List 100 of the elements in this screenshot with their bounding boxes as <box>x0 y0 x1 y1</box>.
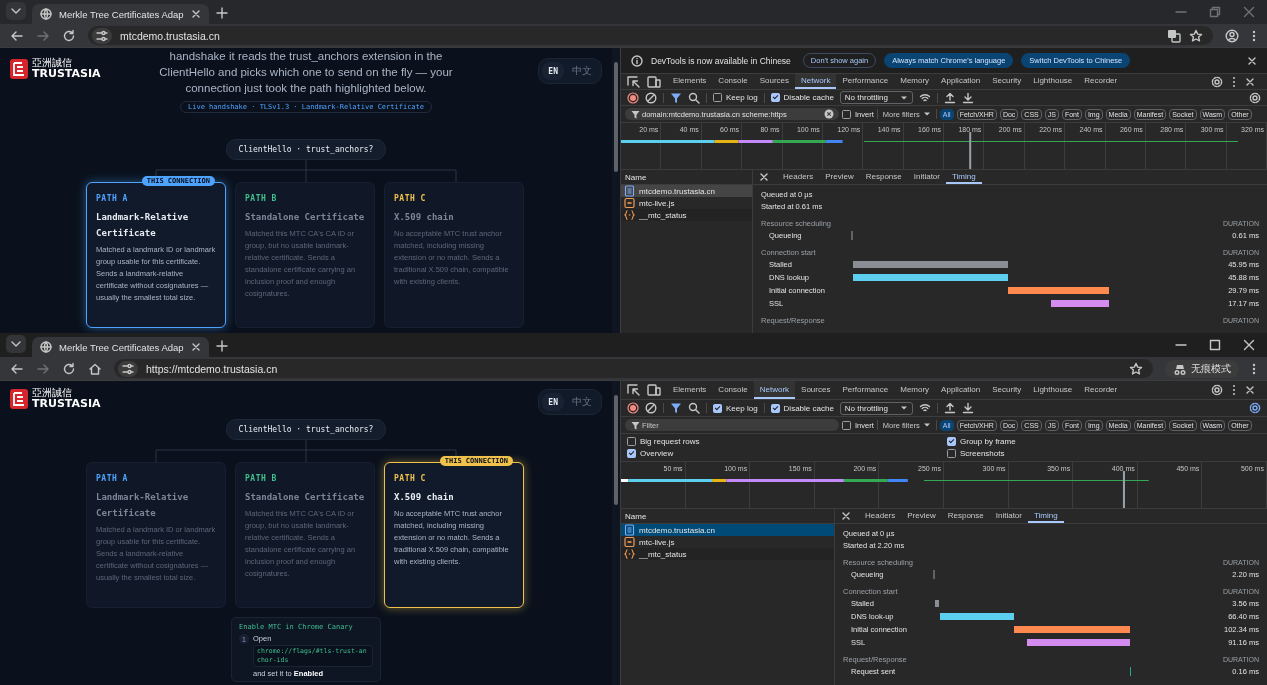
detail-tab[interactable]: Initiator <box>989 509 1028 523</box>
stop-recording-icon[interactable] <box>627 91 639 104</box>
close-icon[interactable] <box>759 172 769 182</box>
panel-tab[interactable]: Security <box>986 74 1028 89</box>
panel-tab[interactable]: Security <box>986 381 1028 399</box>
panel-tab[interactable]: Performance <box>836 381 895 399</box>
stop-recording-icon[interactable] <box>627 402 639 414</box>
detail-tab[interactable]: Preview <box>819 170 860 184</box>
panel-tab[interactable]: Performance <box>836 74 895 89</box>
restore-icon[interactable] <box>1209 6 1221 18</box>
detail-tab[interactable]: Response <box>859 170 908 184</box>
panel-tab[interactable]: Application <box>935 381 987 399</box>
detail-tab[interactable]: Preview <box>901 509 942 523</box>
panel-tab[interactable]: Application <box>935 74 987 89</box>
request-row[interactable]: __mtc_status <box>621 548 834 560</box>
network-conditions-icon[interactable] <box>919 402 931 414</box>
detail-tab[interactable]: Headers <box>777 170 820 184</box>
panel-tab[interactable]: Memory <box>894 74 936 89</box>
new-tab-icon[interactable] <box>214 6 229 20</box>
panel-tab[interactable]: Network <box>753 381 796 399</box>
language-option[interactable]: EN <box>542 393 564 411</box>
scrollbar-thumb[interactable] <box>614 62 618 172</box>
panel-tab[interactable]: Lighthouse <box>1027 381 1079 399</box>
option-checkbox[interactable]: Overview <box>627 449 947 458</box>
panel-tab[interactable]: Lighthouse <box>1027 74 1079 89</box>
translate-icon[interactable] <box>1167 28 1181 43</box>
maximize-icon[interactable] <box>1209 339 1221 351</box>
disable-cache-checkbox[interactable]: Disable cache <box>770 403 834 413</box>
filter-icon[interactable] <box>670 91 682 104</box>
close-icon[interactable] <box>841 511 851 521</box>
download-icon[interactable] <box>962 402 974 414</box>
throttling-dropdown[interactable]: No throttling <box>839 91 913 104</box>
settings-icon[interactable] <box>1211 75 1223 88</box>
upload-icon[interactable] <box>944 91 956 104</box>
scrollbar-thumb[interactable] <box>614 395 618 505</box>
keep-log-checkbox[interactable]: Keep log <box>713 93 758 102</box>
panel-tab[interactable]: Console <box>712 74 754 89</box>
panel-tab[interactable]: Memory <box>894 381 936 399</box>
incognito-indicator[interactable]: 无痕模式 <box>1165 359 1239 378</box>
language-option[interactable]: 中文 <box>566 62 598 80</box>
panel-tab[interactable]: Sources <box>795 381 837 399</box>
scrollbar[interactable] <box>612 381 620 685</box>
close-icon[interactable] <box>190 9 201 19</box>
settings-icon[interactable] <box>1249 91 1261 104</box>
close-icon[interactable] <box>190 342 201 352</box>
search-icon[interactable] <box>688 402 700 414</box>
language-option[interactable]: 中文 <box>566 393 598 411</box>
site-info-icon[interactable] <box>92 27 112 44</box>
settings-icon[interactable] <box>1249 402 1261 414</box>
close-icon[interactable] <box>1245 76 1255 87</box>
request-row[interactable]: mtcdemo.trustasia.cn <box>621 185 752 197</box>
tab-search-icon[interactable] <box>6 2 26 20</box>
panel-tab[interactable]: Network <box>795 74 837 89</box>
tab-search-icon[interactable] <box>6 335 26 353</box>
clear-icon[interactable] <box>645 91 657 104</box>
inspect-element-icon[interactable] <box>627 384 641 396</box>
throttling-dropdown[interactable]: No throttling <box>839 401 913 415</box>
close-icon[interactable] <box>1247 55 1257 66</box>
filter-icon[interactable] <box>670 402 682 414</box>
disable-cache-checkbox[interactable]: Disable cache <box>770 93 834 102</box>
panel-tab[interactable]: Console <box>712 381 754 399</box>
more-menu-icon[interactable] <box>1251 28 1257 43</box>
clear-field-icon[interactable] <box>824 109 834 119</box>
more-menu-icon[interactable] <box>1251 361 1257 376</box>
inspect-element-icon[interactable] <box>627 75 641 88</box>
upload-icon[interactable] <box>944 402 956 414</box>
detail-tab[interactable]: Timing <box>1027 509 1064 523</box>
profile-icon[interactable] <box>1225 28 1239 43</box>
keep-log-checkbox[interactable]: Keep log <box>713 403 758 413</box>
close-icon[interactable] <box>1243 339 1255 351</box>
option-checkbox[interactable]: Group by frame <box>947 437 1261 446</box>
new-tab-icon[interactable] <box>214 339 229 353</box>
download-icon[interactable] <box>962 91 974 104</box>
reload-icon[interactable] <box>62 28 76 43</box>
option-checkbox[interactable]: Screenshots <box>947 449 1261 458</box>
panel-tab[interactable]: Sources <box>753 74 796 89</box>
device-toolbar-icon[interactable] <box>647 384 661 396</box>
request-row[interactable]: __mtc_status <box>621 209 752 221</box>
panel-tab[interactable]: Elements <box>667 74 713 89</box>
reload-icon[interactable] <box>62 361 76 376</box>
bookmark-star-icon[interactable] <box>1189 28 1203 43</box>
request-row[interactable]: mtcdemo.trustasia.cn <box>621 524 834 536</box>
search-icon[interactable] <box>688 91 700 104</box>
site-info-icon[interactable] <box>118 360 138 377</box>
request-row[interactable]: mtc-live.js <box>621 536 834 548</box>
option-checkbox[interactable]: Big request rows <box>627 437 947 446</box>
detail-tab[interactable]: Initiator <box>907 170 946 184</box>
browser-tab[interactable]: Merkle Tree Certificates Adap <box>32 337 209 357</box>
scrollbar[interactable] <box>612 48 620 333</box>
panel-tab[interactable]: Recorder <box>1078 74 1124 89</box>
more-options-icon[interactable] <box>1232 384 1236 396</box>
panel-tab[interactable]: Recorder <box>1078 381 1124 399</box>
home-icon[interactable] <box>88 361 102 376</box>
panel-tab[interactable]: Elements <box>667 381 713 399</box>
more-options-icon[interactable] <box>1232 75 1236 88</box>
settings-icon[interactable] <box>1211 384 1223 396</box>
browser-tab[interactable]: Merkle Tree Certificates Adap <box>32 4 209 24</box>
network-conditions-icon[interactable] <box>919 91 931 104</box>
detail-tab[interactable]: Timing <box>945 170 982 184</box>
close-icon[interactable] <box>1245 385 1255 395</box>
